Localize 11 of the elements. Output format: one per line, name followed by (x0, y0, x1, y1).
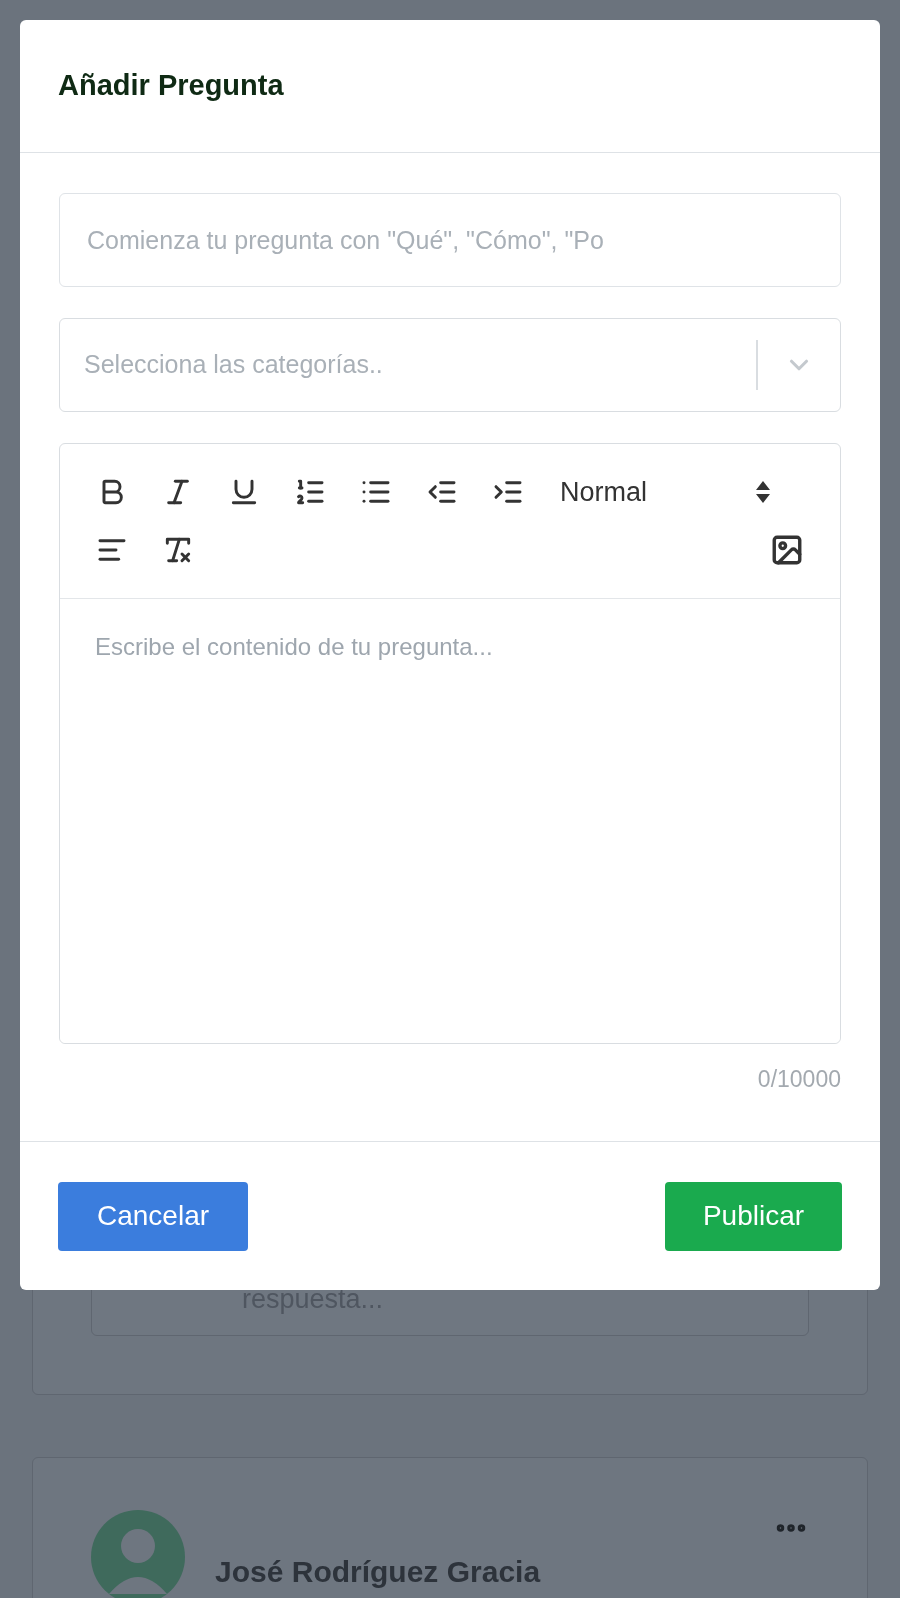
rich-text-editor[interactable]: Normal Escribe el contenido de tu pregunta... (59, 443, 841, 1044)
heading-select[interactable]: Normal (560, 470, 770, 514)
cancel-button[interactable]: Cancelar (58, 1181, 248, 1251)
character-counter: 0/10000 (757, 1065, 841, 1094)
up-down-icon (756, 481, 770, 503)
question-field[interactable]: Comienza tu pregunta con "Qué", "Cómo", "Po (59, 193, 841, 287)
modal-title: Añadir Pregunta (58, 68, 284, 104)
publish-button[interactable]: Publicar (665, 1181, 842, 1251)
image-icon[interactable] (770, 533, 804, 567)
author-name: José Rodríguez Gracia (215, 1554, 541, 1590)
category-select[interactable]: Selecciona las categorías.. (59, 318, 841, 412)
